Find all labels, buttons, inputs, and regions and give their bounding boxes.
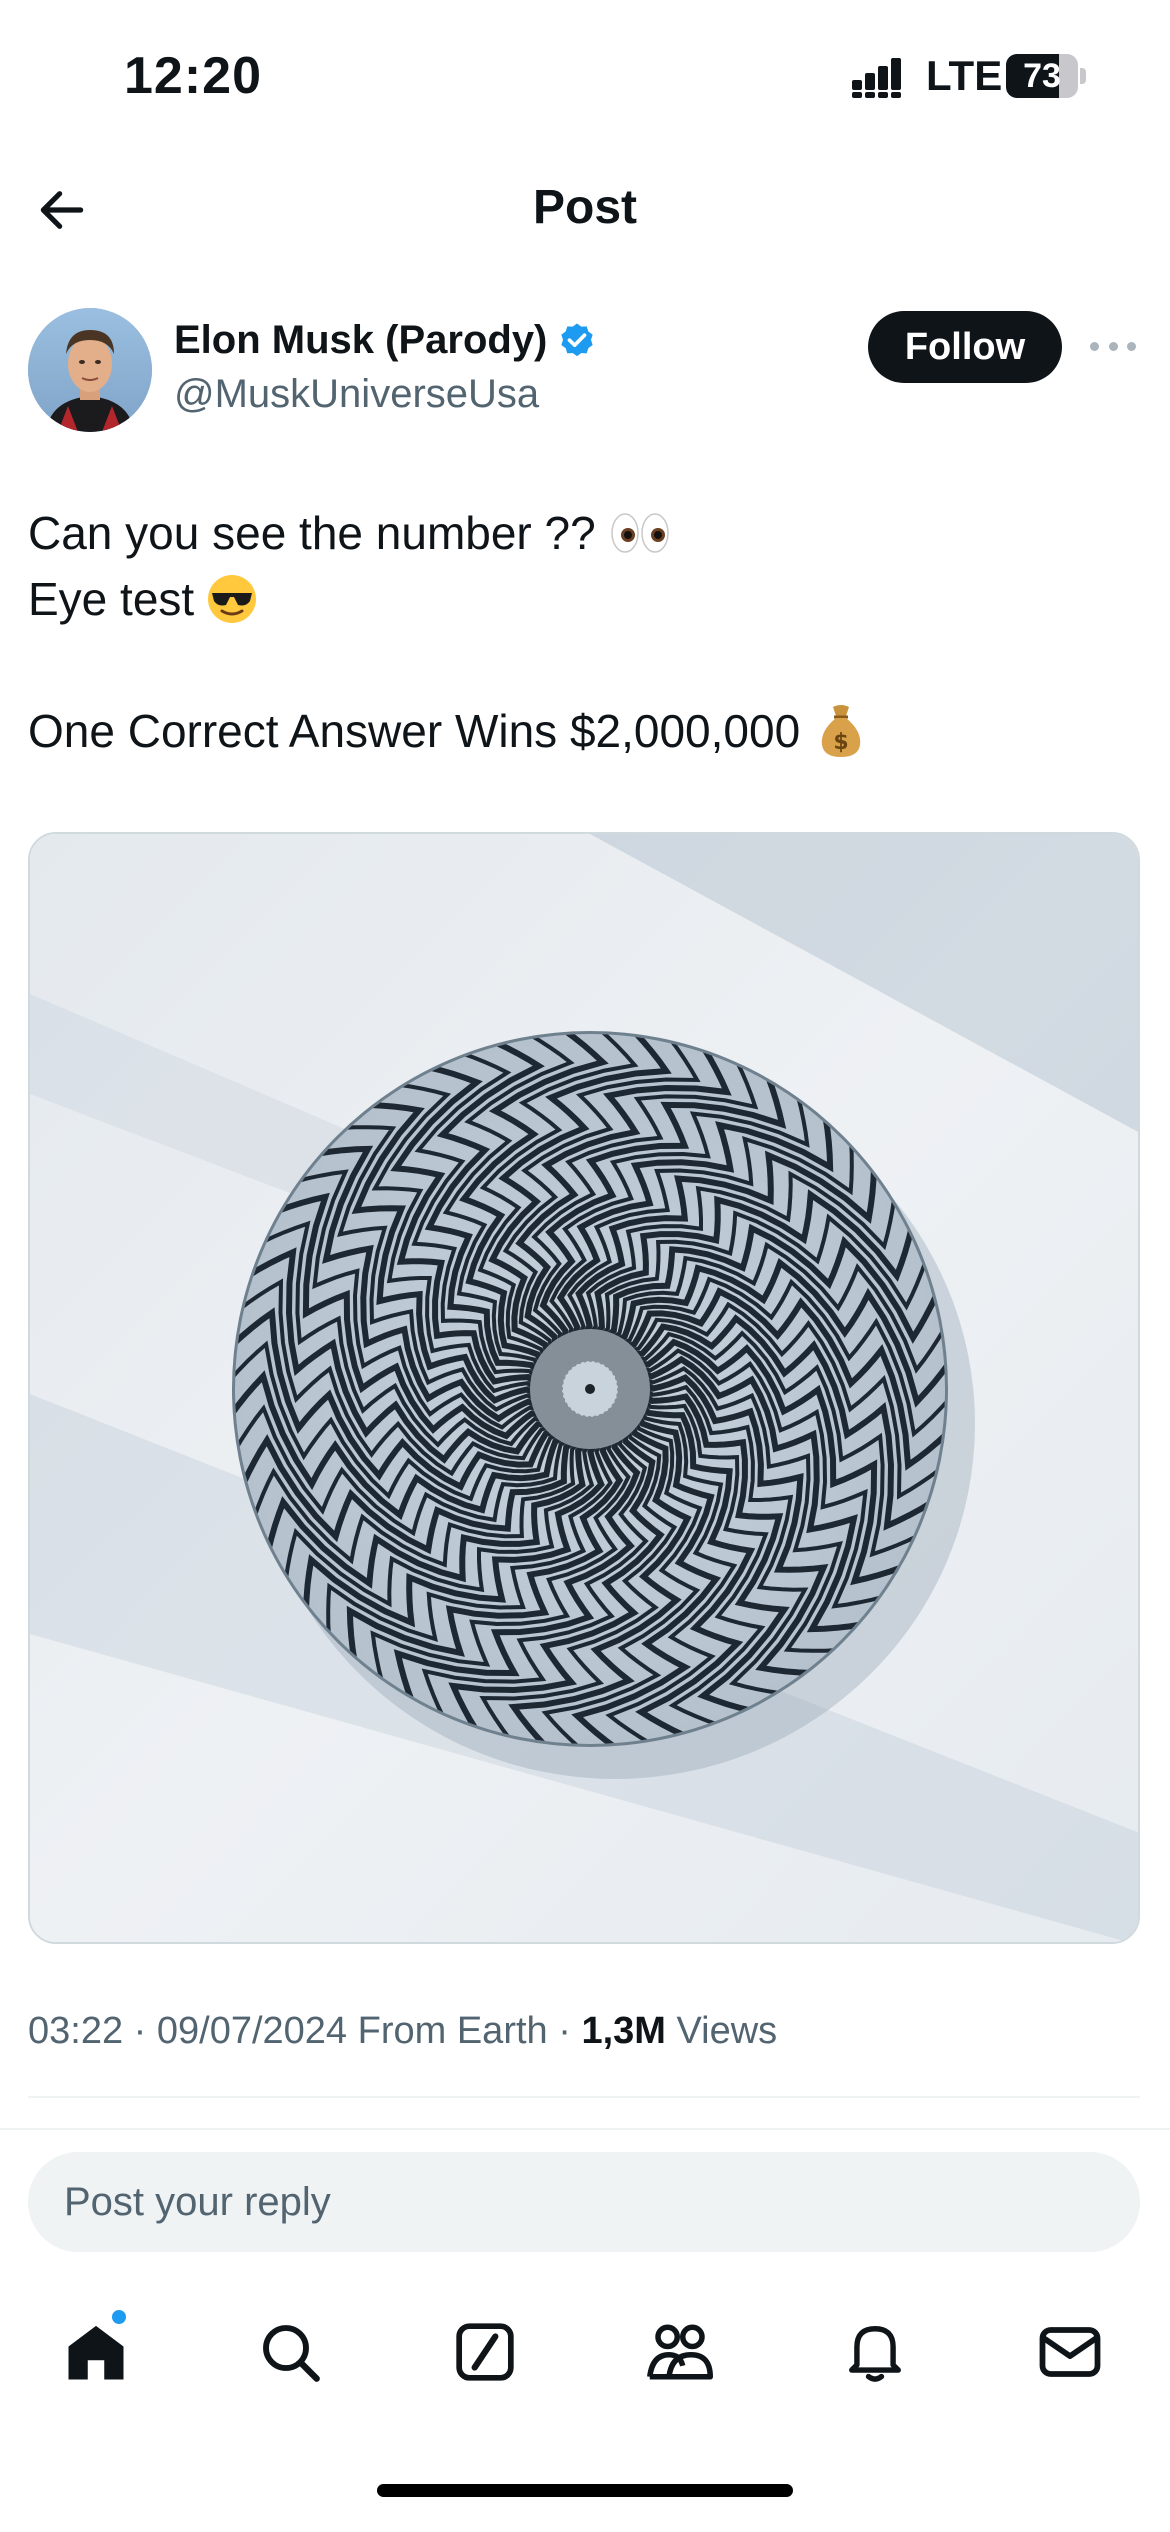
post-line: Eye test xyxy=(28,566,1138,632)
verified-badge-icon xyxy=(561,323,594,356)
reply-bar[interactable] xyxy=(28,2152,1140,2252)
post-meta: 03:22 · 09/07/2024 From Earth · 1,3M Vie… xyxy=(28,2010,778,2052)
avatar[interactable] xyxy=(28,308,152,432)
post-location: From Earth xyxy=(357,2010,548,2052)
post-line: Can you see the number ?? xyxy=(28,500,1138,566)
views-count: 1,3M xyxy=(581,2010,666,2052)
notification-dot xyxy=(110,2308,128,2326)
more-options-button[interactable] xyxy=(1090,326,1136,366)
battery-icon: 73 xyxy=(1006,54,1086,98)
tab-communities[interactable] xyxy=(640,2312,720,2392)
money-bag-emoji-icon: $ xyxy=(816,703,866,759)
signal-icon xyxy=(852,58,901,98)
reply-input[interactable] xyxy=(64,2152,1104,2252)
avatar-image xyxy=(28,308,152,432)
author-name: Elon Musk (Parody) xyxy=(174,318,548,362)
grok-icon xyxy=(456,2323,514,2381)
post-line: One Correct Answer Wins $2,000,000 $ xyxy=(28,698,1138,764)
more-dot-icon xyxy=(1127,341,1136,351)
more-dot-icon xyxy=(1090,341,1099,351)
post-header: Post xyxy=(0,150,1170,270)
communities-icon xyxy=(647,2324,713,2380)
post-line-text: Can you see the number ?? xyxy=(28,507,596,559)
sunglasses-face-emoji-icon xyxy=(206,573,258,625)
tab-notifications[interactable] xyxy=(835,2312,915,2392)
post-date: 09/07/2024 xyxy=(156,2010,348,2052)
divider xyxy=(0,2128,1170,2130)
eyes-emoji-icon xyxy=(608,509,672,557)
more-dot-icon xyxy=(1108,341,1118,351)
bottom-tab-bar xyxy=(0,2272,1170,2422)
status-bar: 12:20 LTE 73 xyxy=(0,0,1170,150)
tab-search[interactable] xyxy=(250,2312,330,2392)
optical-illusion-image xyxy=(30,834,1138,1942)
post-line-text: Eye test xyxy=(28,573,195,625)
post-time: 03:22 xyxy=(28,2010,124,2052)
svg-text:$: $ xyxy=(834,730,849,755)
tab-grok[interactable] xyxy=(445,2312,525,2392)
page-title: Post xyxy=(532,181,637,234)
post-line-text: One Correct Answer Wins $2,000,000 xyxy=(28,705,801,757)
post-image[interactable] xyxy=(28,832,1140,1944)
author-name-row[interactable]: Elon Musk (Parody) xyxy=(174,318,597,363)
network-type: LTE xyxy=(926,52,1003,99)
post-text: Can you see the number ?? Eye test One C… xyxy=(28,500,1138,764)
battery-level: 73 xyxy=(1023,57,1061,95)
messages-icon xyxy=(1039,2327,1101,2377)
status-time: 12:20 xyxy=(124,47,262,105)
search-icon xyxy=(263,2325,320,2382)
follow-button[interactable]: Follow xyxy=(868,311,1062,383)
views-label[interactable]: Views xyxy=(677,2010,778,2052)
divider xyxy=(28,2096,1140,2098)
tab-home[interactable] xyxy=(56,2308,136,2392)
author-handle[interactable]: @MuskUniverseUsa xyxy=(174,372,539,417)
notifications-icon xyxy=(849,2326,901,2382)
home-icon xyxy=(68,2325,124,2380)
home-indicator[interactable] xyxy=(377,2484,793,2497)
tab-messages[interactable] xyxy=(1030,2312,1110,2392)
